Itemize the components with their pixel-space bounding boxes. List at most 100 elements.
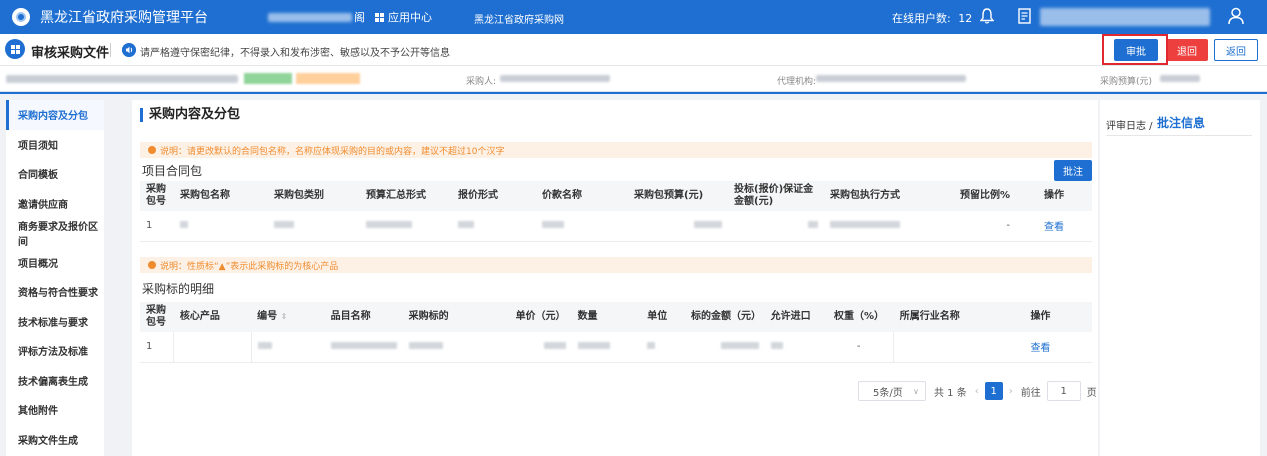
pagination: 5条/页 ∨ 共 1 条 ‹ 1 › 前往 1 页 xyxy=(858,381,1097,401)
redacted-cell xyxy=(180,221,188,229)
annotate-button[interactable]: 批注 xyxy=(1054,160,1092,181)
col-header-label: 编号 xyxy=(257,311,278,322)
redacted-cell xyxy=(366,221,412,229)
detail-subtitle: 采购标的明细 xyxy=(142,282,215,296)
top-nav: 阁 应用中心 xyxy=(268,0,432,34)
header-accent-line xyxy=(0,92,1267,94)
prev-page-icon[interactable]: ‹ xyxy=(975,386,979,397)
package-no: 1 xyxy=(140,332,174,363)
col-header: 单价（元） xyxy=(482,302,572,332)
sidebar-item-contract-template[interactable]: 合同模板 xyxy=(6,159,104,189)
view-package-link[interactable]: 查看 xyxy=(1044,222,1064,233)
site-link[interactable]: 黑龙江省政府采购网 xyxy=(474,11,564,26)
total-count: 共 1 条 xyxy=(934,387,967,399)
redacted-cell xyxy=(830,221,900,229)
next-page-icon[interactable]: › xyxy=(1009,386,1013,397)
sidebar-item-technical-standards[interactable]: 技术标准与要求 xyxy=(6,307,104,337)
main-content: 采购内容及分包 说明：请更改默认的合同包名称，名称应体现采购的目的或内容，建议不… xyxy=(132,100,1098,456)
col-header: 投标(报价)保证金金额(元) xyxy=(728,181,824,211)
sidebar-item-qualification[interactable]: 资格与符合性要求 xyxy=(6,277,104,307)
menu-icon[interactable] xyxy=(5,39,25,59)
sidebar-item-evaluation-method[interactable]: 评标方法及标准 xyxy=(6,336,104,366)
col-header: 所属行业名称 xyxy=(893,302,989,332)
redacted-user-info xyxy=(1040,8,1210,26)
col-header: 采购包名称 xyxy=(174,181,268,211)
return-button[interactable]: 退回 xyxy=(1166,39,1208,61)
view-detail-link[interactable]: 查看 xyxy=(1030,343,1050,354)
page-header: 审核采购文件 请严格遵守保密纪律，不得录入和发布涉密、敏感以及不予公开等信息 审… xyxy=(0,34,1267,66)
col-header: 核心产品 xyxy=(173,302,252,332)
redacted-cell xyxy=(408,342,443,350)
redacted-cell xyxy=(542,221,564,229)
redacted-project-name xyxy=(6,75,238,83)
package-table: 采购包号 采购包名称 采购包类别 预算汇总形式 报价形式 价款名称 采购包预算(… xyxy=(140,181,1092,242)
redacted-cell xyxy=(458,221,474,229)
sidebar-item-other-attachments[interactable]: 其他附件 xyxy=(6,395,104,425)
right-panel: 评审日志 / 批注信息 xyxy=(1100,100,1260,456)
col-header: 价款名称 xyxy=(536,181,628,211)
redacted-cell xyxy=(577,342,610,350)
user-icon[interactable] xyxy=(1228,7,1244,25)
table-row: 1 - 查看 xyxy=(140,332,1092,363)
back-button[interactable]: 返回 xyxy=(1214,39,1258,61)
speaker-icon xyxy=(122,43,136,57)
sidebar-item-business-requirements[interactable]: 商务要求及报价区间 xyxy=(6,218,104,248)
col-header: 单位 xyxy=(641,302,685,332)
app-center-icon xyxy=(375,12,384,22)
current-page[interactable]: 1 xyxy=(984,382,1003,400)
buyer-label: 采购人: xyxy=(466,77,497,87)
table-header-row: 采购包号 采购包名称 采购包类别 预算汇总形式 报价形式 价款名称 采购包预算(… xyxy=(140,181,1092,211)
status-badge xyxy=(296,73,360,84)
sidebar-item-project-notice[interactable]: 项目须知 xyxy=(6,130,104,160)
page-unit: 页 xyxy=(1086,387,1097,399)
goto-page-input[interactable]: 1 xyxy=(1046,381,1081,401)
sort-icon[interactable]: ⇕ xyxy=(281,312,288,321)
agency-label: 代理机构: xyxy=(777,77,817,87)
sidebar-item-invite-supplier[interactable]: 邀请供应商 xyxy=(6,189,104,219)
divider xyxy=(1106,135,1252,136)
tip-core-product: 说明：性质标“▲”表示此采购标的为核心产品 xyxy=(140,257,1092,273)
project-info-strip: 采购人: 代理机构: 采购预算(元) xyxy=(0,66,1267,92)
sidebar-item-project-overview[interactable]: 项目概况 xyxy=(6,248,104,278)
col-header: 数量 xyxy=(571,302,642,332)
section-title: 采购内容及分包 xyxy=(140,108,240,122)
col-header-sortable[interactable]: 编号 ⇕ xyxy=(251,302,325,332)
redacted-cell xyxy=(647,342,656,350)
col-header: 允许进口 xyxy=(764,302,825,332)
info-icon xyxy=(148,261,156,269)
info-icon xyxy=(148,146,156,154)
page-title: 审核采购文件 xyxy=(31,46,110,61)
sidebar-item-package[interactable]: 采购内容及分包 xyxy=(6,100,104,130)
redacted-buyer xyxy=(500,75,610,82)
page-size-select[interactable]: 5条/页 ∨ xyxy=(858,381,926,401)
platform-logo xyxy=(12,8,30,26)
review-log-link[interactable]: 评审日志 / xyxy=(1106,117,1153,132)
col-header: 预留比例% xyxy=(918,181,1016,211)
col-header: 报价形式 xyxy=(452,181,536,211)
annotation-info-title[interactable]: 批注信息 xyxy=(1157,114,1205,131)
document-icon[interactable] xyxy=(1018,8,1032,25)
detail-table: 采购包号 核心产品 编号 ⇕ 品目名称 采购标的 单价（元） 数量 单位 标的金… xyxy=(140,302,1092,363)
bell-icon[interactable] xyxy=(980,8,994,24)
sidebar-item-deviation-table[interactable]: 技术偏离表生成 xyxy=(6,366,104,396)
top-header: 黑龙江省政府采购管理平台 阁 应用中心 黑龙江省政府采购网 在线用户数: 12 xyxy=(0,0,1267,34)
online-count: 12 xyxy=(958,12,973,25)
redacted-cell xyxy=(808,221,818,229)
col-header: 采购包号 xyxy=(140,181,174,211)
redacted-cell xyxy=(330,342,397,350)
col-header: 预算汇总形式 xyxy=(360,181,452,211)
app-center-link[interactable]: 应用中心 xyxy=(388,9,432,25)
redacted-cell xyxy=(720,342,759,350)
redacted-cell xyxy=(257,342,272,350)
status-badge xyxy=(244,73,292,84)
confidentiality-notice: 请严格遵守保密纪律，不得录入和发布涉密、敏感以及不予公开等信息 xyxy=(140,48,450,59)
tip-text: 说明：请更改默认的合同包名称，名称应体现采购的目的或内容，建议不超过10个汉字 xyxy=(160,146,505,157)
weight-value: - xyxy=(824,332,894,363)
goto-label: 前往 xyxy=(1020,387,1041,399)
col-header: 采购包号 xyxy=(140,302,174,332)
sidebar-item-generate-document[interactable]: 采购文件生成 xyxy=(6,425,104,455)
col-header: 采购包预算(元) xyxy=(628,181,728,211)
app-title: 黑龙江省政府采购管理平台 xyxy=(40,10,208,26)
redacted-cell xyxy=(694,221,722,229)
col-header: 采购包执行方式 xyxy=(824,181,918,211)
